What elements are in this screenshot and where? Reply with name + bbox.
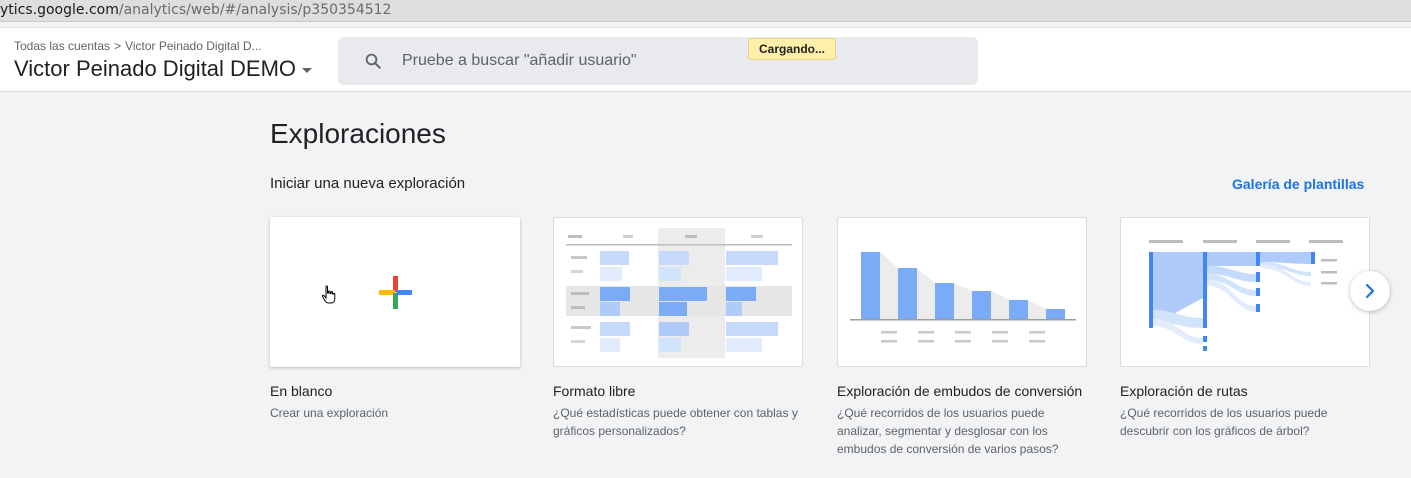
search-icon bbox=[365, 53, 381, 69]
breadcrumb-all-accounts[interactable]: Todas las cuentas bbox=[14, 39, 110, 53]
template-title-path: Exploración de rutas bbox=[1120, 383, 1248, 399]
template-desc-path: ¿Qué recorridos de los usuarios puede de… bbox=[1120, 406, 1328, 438]
loading-badge: Cargando... bbox=[748, 38, 837, 60]
template-title-blank: En blanco bbox=[270, 383, 333, 399]
template-card-blank[interactable] bbox=[270, 217, 520, 367]
template-title-free-form: Formato libre bbox=[553, 383, 636, 399]
google-plus-icon bbox=[379, 276, 412, 309]
carousel-next-button[interactable] bbox=[1350, 271, 1390, 311]
template-desc-free-form: ¿Qué estadísticas puede obtener con tabl… bbox=[553, 406, 798, 438]
template-card-path[interactable] bbox=[1120, 217, 1370, 367]
account-selector[interactable]: Victor Peinado Digital DEMO bbox=[14, 56, 313, 82]
template-desc-funnel: ¿Qué recorridos de los usuarios puede an… bbox=[837, 406, 1059, 456]
breadcrumb-account[interactable]: Victor Peinado Digital D... bbox=[125, 39, 262, 53]
account-name: Victor Peinado Digital DEMO bbox=[14, 56, 297, 81]
template-title-funnel: Exploración de embudos de conversión bbox=[837, 383, 1083, 399]
section-subtitle: Iniciar una nueva exploración bbox=[270, 175, 466, 192]
template-desc-blank: Crear una exploración bbox=[270, 406, 389, 420]
breadcrumb: Todas las cuentas > Victor Peinado Digital… bbox=[14, 39, 262, 53]
browser-url-bar[interactable]: ytics.google.com/analytics/web/#/analysi… bbox=[0, 0, 1411, 22]
search-input[interactable] bbox=[402, 49, 922, 73]
page-title: Exploraciones bbox=[270, 118, 446, 149]
free-form-table-illustration bbox=[566, 228, 792, 358]
url-host: ytics.google.com bbox=[0, 2, 119, 18]
app-header: Todas las cuentas > Victor Peinado Digital… bbox=[0, 27, 1411, 92]
chevron-right-icon bbox=[1365, 283, 1375, 299]
breadcrumb-separator: > bbox=[114, 39, 122, 53]
funnel-chart-illustration bbox=[850, 252, 1076, 343]
path-tree-illustration bbox=[1149, 240, 1343, 351]
hand-pointer-icon bbox=[321, 285, 336, 304]
url-path: /analytics/web/#/analysis/p350354512 bbox=[118, 2, 392, 18]
template-gallery-link[interactable]: Galería de plantillas bbox=[1232, 176, 1364, 192]
template-card-free-form[interactable] bbox=[553, 217, 803, 367]
template-card-funnel[interactable] bbox=[837, 217, 1087, 367]
search-bar[interactable] bbox=[338, 37, 978, 85]
caret-down-icon bbox=[302, 68, 313, 73]
